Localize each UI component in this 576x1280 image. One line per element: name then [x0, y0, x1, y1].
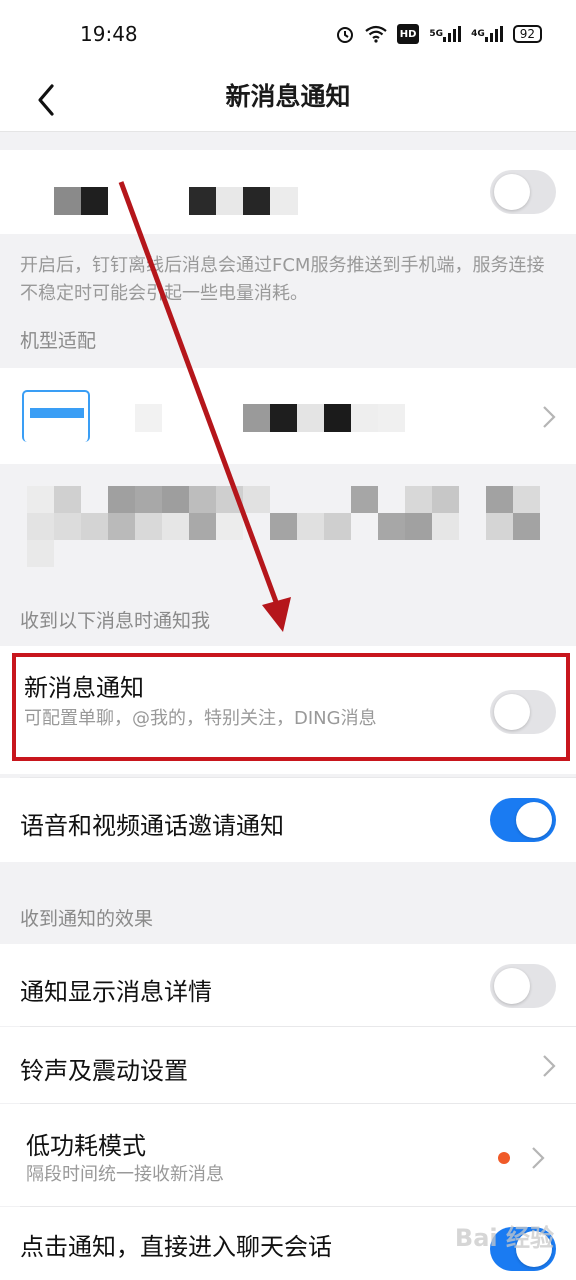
annotation-arrow — [118, 181, 291, 632]
watermark: Bai 经验 — [454, 1224, 554, 1252]
